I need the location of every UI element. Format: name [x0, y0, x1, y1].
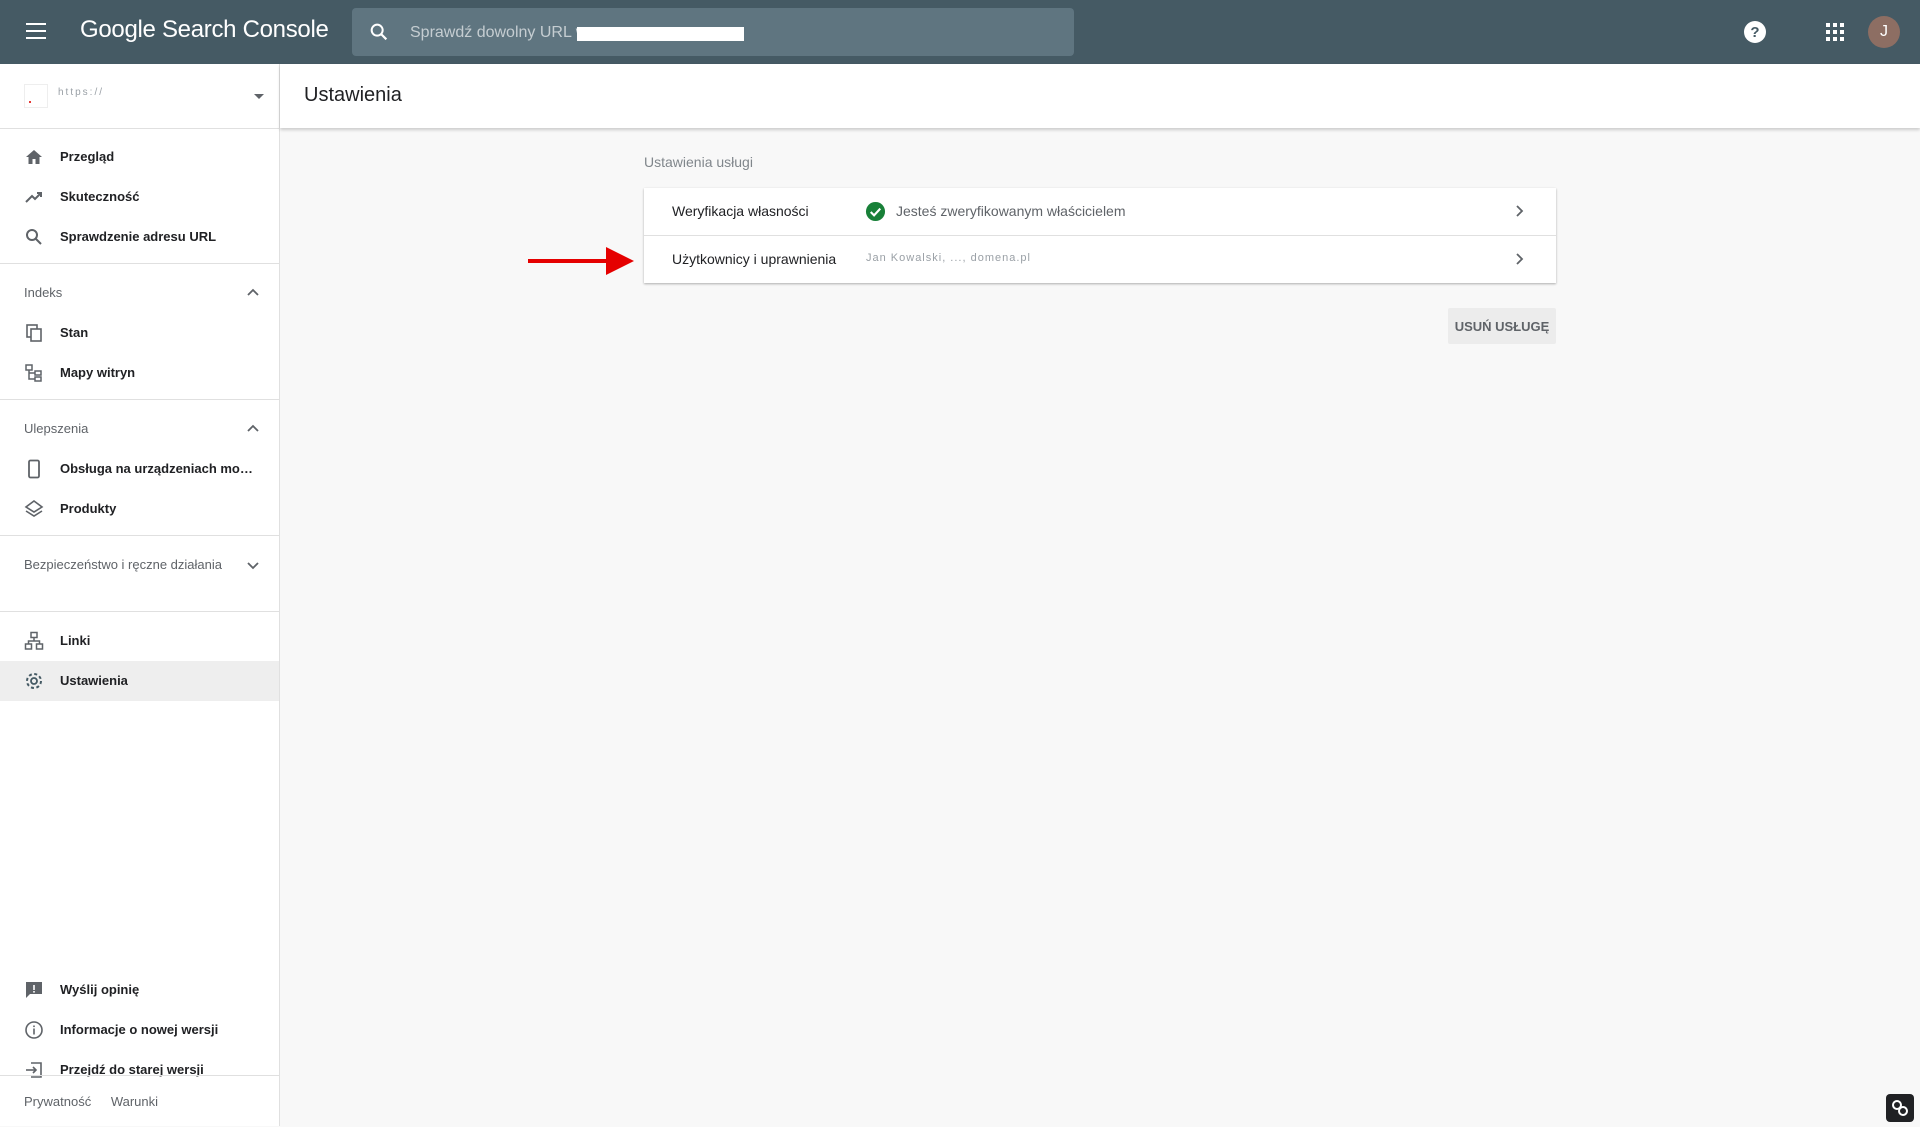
page-header: Ustawienia — [280, 64, 1920, 128]
divider — [0, 399, 279, 400]
red-arrow-annotation — [528, 247, 634, 275]
row-value: Jesteś zweryfikowanym właścicielem — [896, 203, 1126, 219]
url-inspection-search[interactable] — [352, 8, 1074, 58]
sidebar-item-whats-new[interactable]: Informacje o nowej wersji — [0, 1010, 279, 1050]
gear-icon — [26, 673, 42, 689]
chevron-down-icon — [247, 562, 259, 570]
chevron-up-icon — [247, 288, 259, 296]
sidebar-item-feedback[interactable]: Wyślij opinię — [0, 970, 279, 1010]
feedback-icon — [26, 982, 42, 998]
sidebar-item-label: Przegląd — [60, 149, 115, 164]
remove-property-button[interactable]: USUŃ USŁUGĘ — [1448, 308, 1556, 344]
terms-link[interactable]: Warunki — [111, 1094, 158, 1109]
sidebar-item-performance[interactable]: Skuteczność — [0, 177, 279, 217]
divider — [0, 263, 279, 264]
sidebar: https:// Przegląd Skuteczność Sprawdzeni… — [0, 64, 280, 1126]
divider — [0, 611, 279, 612]
chevron-right-icon — [1516, 205, 1524, 217]
trending-up-icon — [25, 192, 42, 203]
links-icon — [24, 631, 44, 650]
extension-icon[interactable] — [1886, 1094, 1914, 1122]
divider — [0, 535, 279, 536]
sidebar-item-products[interactable]: Produkty — [0, 489, 279, 529]
sidebar-item-label: Skuteczność — [60, 189, 140, 204]
section-title: Ustawienia usługi — [644, 154, 753, 170]
section-title: Ulepszenia — [24, 421, 89, 436]
redacted-url — [577, 27, 744, 41]
help-icon[interactable]: ? — [1743, 20, 1767, 44]
smartphone-icon — [28, 459, 40, 479]
sidebar-item-label: Mapy witryn — [60, 365, 136, 380]
sidebar-item-settings[interactable]: Ustawienia — [0, 661, 279, 701]
footer-links: Prywatność Warunki — [24, 1094, 174, 1109]
sidebar-item-label: Sprawdzenie adresu URL — [60, 229, 217, 244]
property-selector[interactable]: https:// — [0, 64, 279, 129]
section-title: Indeks — [24, 285, 63, 300]
chevron-up-icon — [247, 424, 259, 432]
privacy-link[interactable]: Prywatność — [24, 1094, 91, 1109]
sidebar-item-label: Ustawienia — [60, 673, 128, 688]
info-icon — [25, 1021, 43, 1039]
app-logo[interactable]: Google Search Console — [80, 16, 329, 44]
menu-icon[interactable] — [20, 18, 52, 46]
row-label: Weryfikacja własności — [672, 203, 809, 219]
chevron-right-icon — [1516, 253, 1524, 265]
dropdown-caret-icon — [254, 94, 264, 99]
users-permissions-row[interactable]: Użytkownicy i uprawnienia Jan Kowalski, … — [644, 236, 1556, 283]
sitemap-icon — [25, 364, 42, 382]
search-icon — [26, 229, 42, 245]
property-url: https:// — [58, 87, 105, 98]
property-favicon — [24, 84, 48, 108]
row-label: Użytkownicy i uprawnienia — [672, 251, 837, 267]
sidebar-item-links[interactable]: Linki — [0, 621, 279, 661]
sidebar-item-label: Produkty — [60, 501, 117, 516]
sidebar-item-label: Wyślij opinię — [60, 982, 140, 997]
sidebar-item-overview[interactable]: Przegląd — [0, 137, 279, 177]
layers-icon — [24, 500, 44, 517]
section-title: Bezpieczeństwo i ręczne działania — [24, 557, 222, 572]
sidebar-item-label: Obsługa na urządzeniach mobilnych — [60, 461, 255, 476]
top-app-bar: Google Search Console ? J — [0, 0, 1920, 64]
sidebar-item-sitemaps[interactable]: Mapy witryn — [0, 353, 279, 393]
section-enhancements-header[interactable]: Ulepszenia — [0, 419, 279, 439]
divider — [0, 1075, 279, 1076]
ownership-verification-row[interactable]: Weryfikacja własności Jesteś zweryfikowa… — [644, 188, 1556, 236]
svg-text:?: ? — [1750, 24, 1759, 41]
search-icon — [370, 23, 388, 41]
sidebar-item-mobile-usability[interactable]: Obsługa na urządzeniach mobilnych — [0, 449, 279, 489]
sidebar-item-label: Informacje o nowej wersji — [60, 1022, 219, 1037]
home-icon — [26, 150, 42, 164]
page-title: Ustawienia — [304, 84, 402, 106]
apps-grid-icon[interactable] — [1825, 22, 1845, 42]
sidebar-item-label: Linki — [60, 633, 91, 648]
sidebar-item-url-inspection[interactable]: Sprawdzenie adresu URL — [0, 217, 279, 257]
sidebar-item-old-version[interactable]: Przejdź do starej wersji — [0, 1050, 279, 1090]
account-avatar[interactable]: J — [1868, 16, 1900, 48]
settings-card: Weryfikacja własności Jesteś zweryfikowa… — [644, 188, 1556, 283]
copy-pages-icon — [26, 324, 42, 342]
section-security-header[interactable]: Bezpieczeństwo i ręczne działania — [0, 555, 279, 595]
exit-icon — [26, 1062, 42, 1078]
sidebar-item-coverage[interactable]: Stan — [0, 313, 279, 353]
sidebar-item-label: Stan — [60, 325, 89, 340]
section-index-header[interactable]: Indeks — [0, 283, 279, 303]
row-value: Jan Kowalski, ..., domena.pl — [866, 252, 1031, 264]
check-circle-icon — [865, 201, 886, 222]
